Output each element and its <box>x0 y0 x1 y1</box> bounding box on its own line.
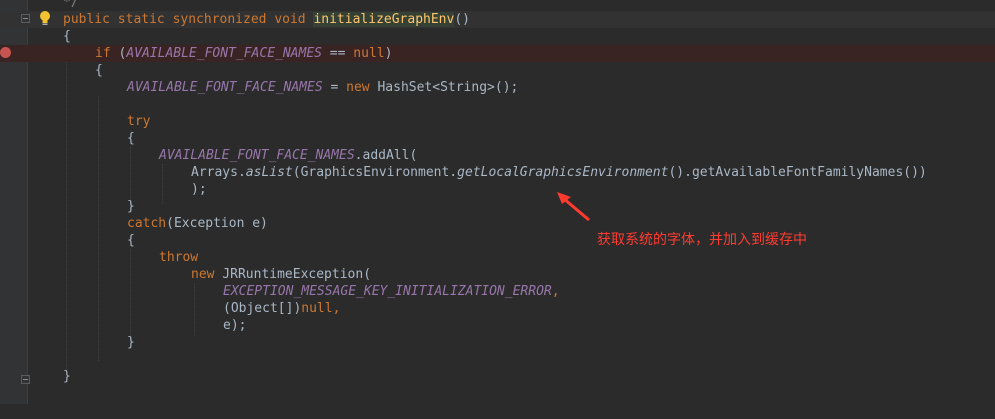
arrow-icon <box>557 192 590 222</box>
code-line[interactable]: } <box>0 334 995 351</box>
code-text: = <box>322 80 347 95</box>
fold-icon[interactable] <box>21 375 30 384</box>
code-editor[interactable]: */ public static synchronized void initi… <box>0 0 995 404</box>
code-text: == <box>321 46 354 61</box>
keyword-throw: throw <box>159 250 199 265</box>
brace: { <box>95 63 103 78</box>
brace: { <box>127 131 135 146</box>
field-ref[interactable]: AVAILABLE_FONT_FACE_NAMES <box>126 46 322 61</box>
fold-icon[interactable] <box>21 14 30 23</box>
code-line[interactable]: e); <box>0 317 995 334</box>
code-line-breakpoint[interactable]: if (AVAILABLE_FONT_FACE_NAMES == null) <box>0 45 995 62</box>
code-text: e); <box>223 318 247 333</box>
code-line[interactable]: AVAILABLE_FONT_FACE_NAMES.addAll( <box>0 147 995 164</box>
code-line[interactable]: } <box>0 368 995 385</box>
code-text: (GraphicsEnvironment. <box>292 165 458 180</box>
static-method-ref[interactable]: asList <box>246 165 293 180</box>
keyword-new: new <box>346 80 370 95</box>
keyword-null: null <box>301 301 333 316</box>
code-line[interactable]: (Object[])null, <box>0 300 995 317</box>
brace: { <box>63 29 71 44</box>
code-text: ( <box>110 46 127 61</box>
field-ref[interactable]: AVAILABLE_FONT_FACE_NAMES <box>127 80 323 95</box>
comma: , <box>332 301 341 316</box>
code-text: (Exception e) <box>166 216 268 231</box>
code-line[interactable]: */ <box>0 0 995 11</box>
annotation-note: 获取系统的字体，并加入到缓存中 <box>597 232 807 248</box>
method-modifiers: public static synchronized void <box>63 12 314 27</box>
static-method-ref[interactable]: getLocalGraphicsEnvironment <box>457 165 668 180</box>
code-line[interactable]: { <box>0 130 995 147</box>
code-line[interactable]: { <box>0 28 995 45</box>
code-line[interactable]: catch(Exception e) <box>0 215 995 232</box>
code-text: ); <box>191 182 207 197</box>
code-line[interactable]: try <box>0 113 995 130</box>
breakpoint-icon[interactable] <box>0 47 11 58</box>
code-line[interactable]: AVAILABLE_FONT_FACE_NAMES = new HashSet<… <box>0 79 995 96</box>
brace: { <box>127 233 135 248</box>
method-parens: () <box>454 12 470 27</box>
code-line[interactable]: new JRRuntimeException( <box>0 266 995 283</box>
code-line[interactable]: public static synchronized void initiali… <box>0 11 995 28</box>
keyword-if: if <box>95 46 111 61</box>
brace: } <box>127 199 135 214</box>
code-text: ().getAvailableFontFamilyNames()) <box>668 165 927 180</box>
field-ref[interactable]: AVAILABLE_FONT_FACE_NAMES <box>159 148 355 163</box>
brace: } <box>63 369 71 384</box>
code-line[interactable]: { <box>0 62 995 79</box>
code-line[interactable]: Arrays.asList(GraphicsEnvironment.getLoc… <box>0 164 995 181</box>
code-text: HashSet<String>(); <box>369 80 519 95</box>
code-text: ) <box>384 46 393 61</box>
method-name[interactable]: initializeGraphEnv <box>313 12 455 27</box>
field-ref[interactable]: EXCEPTION_MESSAGE_KEY_INITIALIZATION_ERR… <box>223 284 552 299</box>
code-line[interactable]: ); <box>0 181 995 198</box>
keyword-try: try <box>127 114 151 129</box>
code-line[interactable]: throw <box>0 249 995 266</box>
code-line[interactable]: { <box>0 232 995 249</box>
code-text: (Object[]) <box>223 301 302 316</box>
code-text: JRRuntimeException( <box>214 267 372 282</box>
intention-bulb-icon[interactable] <box>38 10 52 28</box>
code-line[interactable]: EXCEPTION_MESSAGE_KEY_INITIALIZATION_ERR… <box>0 283 995 300</box>
keyword-new: new <box>191 267 215 282</box>
comma: , <box>551 284 560 299</box>
code-line[interactable]: } <box>0 198 995 215</box>
code-text: Arrays. <box>191 165 246 180</box>
keyword-catch: catch <box>127 216 167 231</box>
code-text: .addAll( <box>354 148 418 163</box>
comment-text: */ <box>63 0 79 10</box>
brace: } <box>127 335 135 350</box>
keyword-null: null <box>353 46 385 61</box>
